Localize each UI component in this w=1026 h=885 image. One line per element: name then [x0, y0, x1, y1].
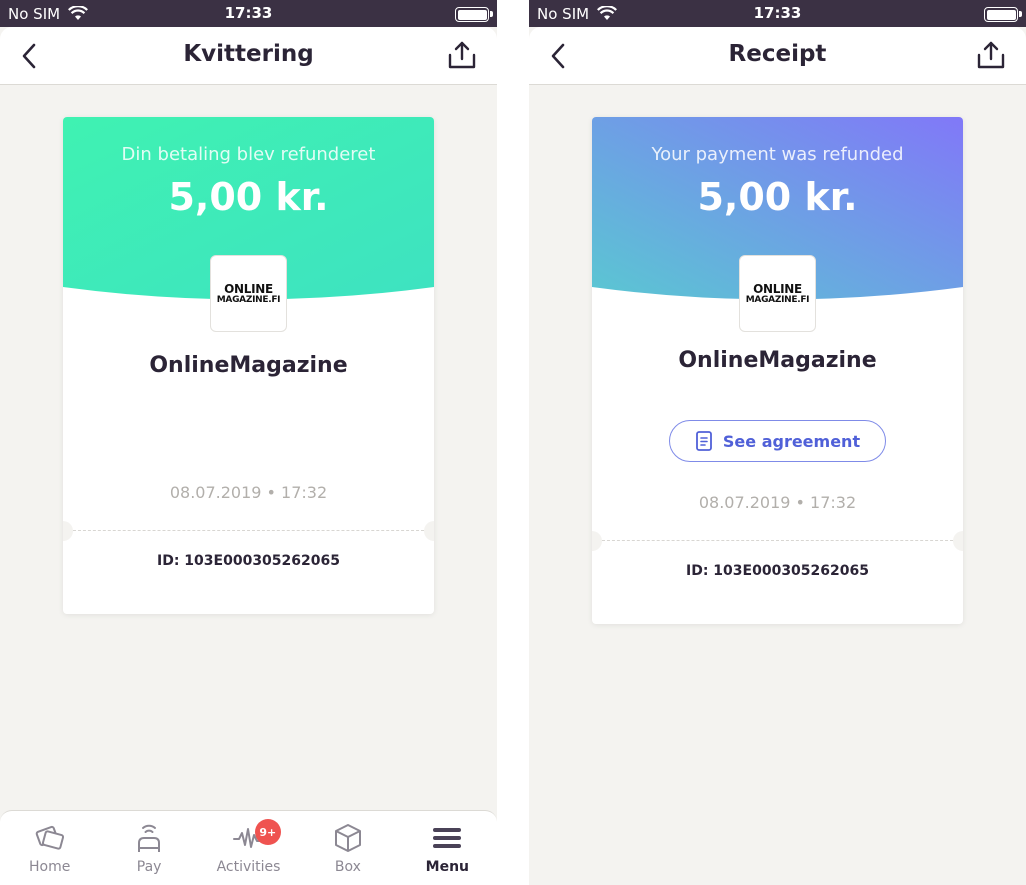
- ticket-notch-right: [424, 521, 434, 541]
- phone-screen-english: No SIM 17:33 Receipt Your payment was re…: [529, 0, 1026, 885]
- status-bar: No SIM 17:33: [529, 0, 1026, 27]
- transaction-time: 17:32: [281, 483, 328, 502]
- menu-icon: [431, 822, 463, 854]
- status-bar: No SIM 17:33: [0, 0, 497, 27]
- ticket-notch-left: [592, 531, 602, 551]
- tab-activities[interactable]: 9+ Activities: [199, 811, 298, 885]
- ticket-notch-left: [63, 521, 73, 541]
- merchant-name: OnlineMagazine: [149, 353, 348, 378]
- ticket-divider: [602, 540, 953, 541]
- phone-screen-danish: No SIM 17:33 Kvittering Din betaling ble…: [0, 0, 497, 885]
- tab-pay[interactable]: Pay: [99, 811, 198, 885]
- merchant-logo: ONLINE MAGAZINE.FI: [210, 255, 287, 332]
- merchant-name: OnlineMagazine: [678, 348, 877, 373]
- transaction-datetime: 08.07.2019 • 17:32: [698, 493, 857, 512]
- receipt-card: Your payment was refunded 5,00 kr. ONLIN…: [592, 117, 963, 624]
- see-agreement-button[interactable]: See agreement: [669, 420, 886, 462]
- home-cards-icon: [34, 822, 66, 854]
- transaction-date: 08.07.2019: [169, 483, 262, 502]
- page-title: Kvittering: [183, 41, 314, 67]
- tab-pay-label: Pay: [136, 859, 162, 875]
- transaction-id: ID: 103E000305262065: [686, 563, 869, 579]
- transaction-time: 17:32: [810, 493, 857, 512]
- ticket-notch-right: [953, 531, 963, 551]
- refund-status-text: Your payment was refunded: [651, 144, 904, 165]
- refund-status-text: Din betaling blev refunderet: [121, 144, 376, 165]
- tab-home[interactable]: Home: [0, 811, 99, 885]
- transaction-id: ID: 103E000305262065: [157, 553, 340, 569]
- back-chevron-icon[interactable]: [543, 39, 573, 73]
- battery-icon: [455, 7, 493, 22]
- page-title: Receipt: [728, 41, 827, 67]
- transaction-datetime: 08.07.2019 • 17:32: [169, 483, 328, 502]
- tab-home-label: Home: [29, 859, 71, 875]
- box-icon: [333, 822, 363, 854]
- tab-box[interactable]: Box: [298, 811, 397, 885]
- tab-menu-label: Menu: [425, 859, 470, 875]
- nav-bar: Kvittering: [0, 27, 497, 85]
- back-chevron-icon[interactable]: [14, 39, 44, 73]
- nav-bar: Receipt: [529, 27, 1026, 85]
- activities-badge: 9+: [254, 819, 281, 845]
- receipt-card: Din betaling blev refunderet 5,00 kr. ON…: [63, 117, 434, 614]
- refund-amount: 5,00 kr.: [697, 175, 858, 219]
- see-agreement-label: See agreement: [722, 431, 861, 451]
- clock-label: 17:33: [753, 4, 802, 22]
- refund-amount: 5,00 kr.: [168, 175, 329, 219]
- tab-box-label: Box: [334, 859, 361, 875]
- battery-icon: [984, 7, 1022, 22]
- contactless-pay-icon: [134, 822, 164, 854]
- tab-menu[interactable]: Menu: [398, 811, 497, 885]
- document-icon: [695, 431, 712, 451]
- merchant-logo: ONLINE MAGAZINE.FI: [739, 255, 816, 332]
- share-icon[interactable]: [445, 37, 479, 73]
- clock-label: 17:33: [224, 4, 273, 22]
- tab-bar: Home Pay 9+ Activities Box Menu: [0, 810, 497, 885]
- share-icon[interactable]: [974, 37, 1008, 73]
- transaction-date: 08.07.2019: [698, 493, 791, 512]
- ticket-divider: [73, 530, 424, 531]
- tab-activities-label: Activities: [216, 859, 281, 875]
